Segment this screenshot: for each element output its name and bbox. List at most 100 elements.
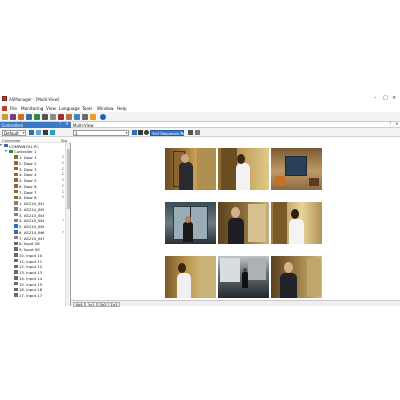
tree-item[interactable]: 11. Input 11 (0, 258, 64, 264)
lock-icon[interactable] (58, 114, 64, 120)
tree-item[interactable]: 4. AS210_IN4 ✓ (0, 218, 64, 223)
settings-icon[interactable] (50, 114, 56, 120)
tree-item[interactable]: 12. Input 12 (0, 264, 64, 270)
tree-item[interactable]: 4. Door 4 C (0, 172, 64, 177)
map-icon[interactable] (66, 114, 72, 120)
tree-item[interactable]: 1. Door 1 C (0, 155, 64, 160)
tree-item[interactable]: 2. AS210_IN2 (0, 206, 64, 212)
edit-icon[interactable] (36, 130, 41, 135)
tree-item[interactable]: 3. AS210_IN3 (0, 212, 64, 218)
controller-group-dropdown[interactable]: Default ▾ (2, 129, 26, 136)
menu-view[interactable]: View (46, 106, 56, 111)
camera-view-2[interactable] (218, 148, 269, 190)
camera-view-3[interactable] (271, 148, 322, 190)
minimize-icon[interactable]: – (374, 96, 377, 101)
tree-item[interactable]: 8. Input 08 (0, 241, 64, 246)
refresh-icon[interactable] (50, 130, 55, 135)
multiview-toolbar: 1 ▾ 3x3 Sequence 3s ▾ (71, 128, 400, 137)
tree-item[interactable]: 6. Door 6 C (0, 183, 64, 189)
tree-item-label: 2. AS210_IN2 (19, 206, 45, 212)
monitor-icon[interactable] (26, 114, 32, 120)
alarm-icon[interactable] (18, 114, 24, 120)
tree-item[interactable]: 2. Door 2 C (0, 160, 64, 166)
application-window: ASManager - [Multi-View] – □ × File Moni… (0, 94, 400, 307)
print-icon[interactable] (82, 114, 88, 120)
tree-item-status: C (62, 155, 64, 159)
multiview-panel-title: Multi-View (73, 122, 94, 128)
tree-item-label: 9. Input 09 (19, 247, 40, 252)
tree-item[interactable]: 7. AS210_IN7 (0, 235, 64, 241)
menu-language[interactable]: Language (59, 106, 80, 111)
tree-item[interactable]: ▾ Controller 1 (0, 149, 64, 154)
users-icon[interactable] (10, 114, 16, 120)
tree-item-label: 1. AS210_IN1 (19, 201, 45, 206)
tab-4x4[interactable]: 4x4 (73, 301, 86, 307)
play-icon[interactable] (132, 130, 137, 135)
multiview-select[interactable]: 1 ▾ (73, 129, 129, 136)
camera-view-9[interactable] (271, 256, 322, 298)
help-icon[interactable] (100, 114, 106, 120)
sequence-dropdown[interactable]: 3x3 Sequence 3s ▾ (150, 129, 185, 136)
expand-icon[interactable]: ▾ (5, 149, 7, 153)
connect-icon[interactable] (29, 130, 34, 135)
reader-icon (14, 212, 18, 217)
grid-icon[interactable] (188, 130, 193, 135)
reader-icon (14, 235, 18, 240)
tree-item[interactable]: 8. Door 8 C (0, 195, 64, 200)
tree-item[interactable]: 9. Input 09 (0, 247, 64, 252)
input-icon (14, 270, 18, 274)
menu-help[interactable]: Help (117, 106, 127, 111)
tree-item[interactable]: 3. Door 3 C (0, 166, 64, 172)
camera-view-7[interactable] (165, 256, 216, 298)
tree-scrollbar[interactable] (65, 143, 71, 306)
camera-view-5[interactable] (218, 202, 269, 244)
tree-item-label: 6. Door 6 (19, 183, 37, 189)
tree-item[interactable]: 1. AS210_IN1 (0, 201, 64, 206)
report-icon[interactable] (34, 114, 40, 120)
close-icon[interactable]: × (392, 96, 396, 101)
maximize-icon[interactable]: □ (383, 96, 388, 101)
menu-file[interactable]: File (10, 106, 17, 111)
tree-item-label: 7. Door 7 (19, 189, 37, 195)
fullscreen-icon[interactable] (195, 130, 200, 135)
panel-close-icon[interactable]: × (395, 122, 399, 127)
camera-view-6[interactable] (271, 202, 322, 244)
camera-view-4[interactable] (165, 202, 216, 244)
tree-item[interactable]: 13. Input 13 (0, 270, 64, 275)
camera-view-1[interactable] (165, 148, 216, 190)
tree-item-status: C (62, 178, 64, 182)
tree-item[interactable]: 5. Door 5 C (0, 178, 64, 183)
tree-item-label: 11. Input 11 (19, 258, 43, 264)
tree-item[interactable]: 7. Door 7 C (0, 189, 64, 195)
camera-view-8[interactable] (218, 256, 269, 298)
app-logo-icon (2, 96, 7, 101)
panel-close-icon[interactable]: × (65, 122, 69, 127)
pin-icon[interactable]: ᛏ (59, 122, 62, 127)
open-icon[interactable] (2, 114, 8, 120)
tree-item-label: 3. Door 3 (19, 166, 37, 172)
tree-item[interactable]: 14. Input 14 (0, 275, 64, 281)
tree-item-label: 12. Input 12 (19, 264, 43, 270)
expand-icon[interactable]: ▾ (0, 143, 2, 147)
menu-window[interactable]: Window (97, 106, 114, 111)
tab-3x3[interactable]: 3x3 (85, 301, 98, 307)
tree-item[interactable]: 6. AS210_IN6 ✓ (0, 229, 64, 235)
menu-monitoring[interactable]: Monitoring (21, 106, 43, 111)
export-icon[interactable] (74, 114, 80, 120)
tree-item[interactable]: 15. Input 15 (0, 281, 64, 287)
tab-1x1[interactable]: 1x1 (108, 301, 121, 307)
event-icon[interactable] (90, 114, 96, 120)
pin-icon[interactable]: ᛏ (389, 122, 392, 127)
zoom-icon[interactable] (138, 130, 143, 135)
tree-item[interactable]: ▾ COMPANY01-PC (0, 143, 64, 148)
tools-icon[interactable] (43, 130, 48, 135)
scrollbar-thumb[interactable] (66, 149, 71, 209)
tree-item[interactable]: 10. Input 10 (0, 252, 64, 258)
camera-icon[interactable] (42, 114, 48, 120)
tree-item[interactable]: 16. Input 16 (0, 287, 64, 292)
tree-item[interactable]: 5. AS210_IN5 (0, 224, 64, 229)
tree-item-label: 14. Input 14 (19, 275, 43, 281)
menu-tools[interactable]: Tools (82, 106, 92, 111)
tree-item[interactable]: 17. Input 17 (0, 293, 64, 298)
stop-icon[interactable] (144, 130, 149, 135)
